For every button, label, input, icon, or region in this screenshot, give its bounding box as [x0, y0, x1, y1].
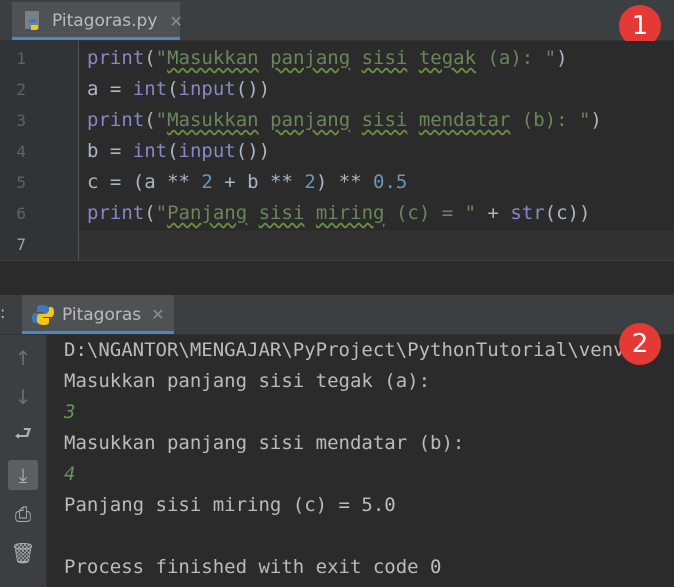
down-arrow-icon[interactable]: ↓ [8, 382, 38, 412]
code-token: ( [167, 140, 179, 162]
up-arrow-icon[interactable]: ↑ [8, 343, 38, 373]
tab-run-pitagoras[interactable]: Pitagoras ✕ [22, 295, 174, 334]
code-token: + [476, 202, 511, 224]
code-token: ( [144, 109, 156, 131]
run-tool-window-header: : Pitagoras ✕ [0, 295, 674, 335]
console-output-line: Masukkan panjang sisi mendatar (b): [64, 432, 465, 454]
print-icon[interactable]: ⎙ [8, 499, 38, 529]
code-token: mendatar [418, 109, 511, 131]
code-line: print("Masukkan panjang sisi tegak (a): … [87, 43, 568, 74]
code-token: + b ** [212, 171, 305, 193]
code-line: b = int(input()) [87, 136, 270, 167]
line-number: 2 [16, 80, 26, 99]
code-token: " [155, 202, 168, 224]
active-tab-indicator [12, 37, 180, 40]
code-token: tegak [418, 47, 477, 69]
code-token: print [87, 47, 145, 69]
code-token: ( [167, 78, 179, 100]
line-number: 4 [16, 142, 26, 161]
code-token: Panjang [167, 202, 248, 224]
code-token: b = [87, 140, 133, 162]
code-line: print("Panjang sisi miring (c) = " + str… [87, 198, 590, 229]
code-token: ( [144, 47, 156, 69]
python-file-icon [22, 10, 44, 32]
code-token: sisi [361, 109, 408, 131]
code-token: (a): " [476, 47, 557, 69]
code-token: miring [315, 202, 385, 224]
code-token: print [87, 202, 145, 224]
code-token: panjang [270, 47, 351, 69]
console-user-input: 4 [64, 463, 76, 485]
soft-wrap-icon[interactable]: ⮐ [8, 421, 38, 451]
console-user-input: 3 [64, 401, 76, 423]
caret-line-highlight [79, 231, 674, 260]
code-token: ()) [235, 78, 271, 100]
scroll-to-end-icon[interactable]: ⤓ [8, 460, 38, 490]
code-token: 2 [201, 171, 213, 193]
tab-pitagoras-py[interactable]: Pitagoras.py ✕ [12, 2, 183, 40]
code-token: 2 [304, 171, 316, 193]
active-run-tab-indicator [22, 331, 174, 334]
code-token: ()) [235, 140, 271, 162]
code-line: a = int(input()) [87, 74, 270, 105]
code-token: 0.5 [373, 171, 408, 193]
code-token: ( [144, 202, 156, 224]
code-token: sisi [361, 47, 408, 69]
line-number: 7 [16, 235, 26, 254]
line-number: 6 [16, 204, 26, 223]
run-toolbar: ↑ ↓ ⮐ ⤓ ⎙ 🗑 [0, 335, 47, 587]
code-token: int [132, 78, 168, 100]
code-token: ) ** [315, 171, 374, 193]
code-editor[interactable]: 1234567 print("Masukkan panjang sisi teg… [0, 41, 674, 260]
code-token: " [155, 47, 168, 69]
run-console[interactable]: D:\NGANTOR\MENGAJAR\PyProject\PythonTuto… [47, 335, 674, 587]
code-token: ) [556, 47, 568, 69]
line-number: 1 [16, 49, 26, 68]
header-separator: : [0, 303, 6, 322]
code-token: ) [590, 109, 602, 131]
code-token: panjang [270, 109, 351, 131]
code-token: (c)) [544, 202, 591, 224]
python-logo-icon [32, 304, 54, 326]
code-token: (b): " [510, 109, 591, 131]
code-token: sisi [258, 202, 305, 224]
code-token: input [178, 78, 236, 100]
code-token: c = (a ** [87, 171, 202, 193]
code-token: int [132, 140, 168, 162]
tab-label: Pitagoras.py [52, 11, 158, 31]
line-number-gutter: 1 2 3 4 5 6 7 [0, 41, 79, 260]
trash-icon[interactable]: 🗑 [8, 538, 38, 568]
console-output-line: Panjang sisi miring (c) = 5.0 [64, 494, 396, 516]
code-token: print [87, 109, 145, 131]
code-token: Masukkan [167, 109, 259, 131]
console-output-line: D:\NGANTOR\MENGAJAR\PyProject\PythonTuto… [64, 339, 648, 361]
code-token: a = [87, 78, 133, 100]
code-token: " [155, 109, 168, 131]
code-token: Masukkan [167, 47, 259, 69]
code-token: str [510, 202, 545, 224]
line-number: 5 [16, 173, 26, 192]
annotation-badge-2: 2 [619, 323, 661, 365]
close-run-tab-icon[interactable]: ✕ [151, 305, 164, 324]
line-number: 3 [16, 111, 26, 130]
console-output-line: Masukkan panjang sisi tegak (a): [64, 370, 431, 392]
code-line: print("Masukkan panjang sisi mendatar (b… [87, 105, 602, 136]
close-tab-icon[interactable]: ✕ [169, 12, 182, 31]
code-line: c = (a ** 2 + b ** 2) ** 0.5 [87, 167, 407, 198]
console-output-line: Process finished with exit code 0 [64, 556, 442, 578]
code-token: input [178, 140, 236, 162]
code-token: (c) = " [384, 202, 477, 224]
run-tab-label: Pitagoras [62, 304, 142, 325]
panel-splitter[interactable] [0, 260, 674, 296]
editor-tab-bar: Pitagoras.py ✕ 1 [0, 0, 674, 47]
